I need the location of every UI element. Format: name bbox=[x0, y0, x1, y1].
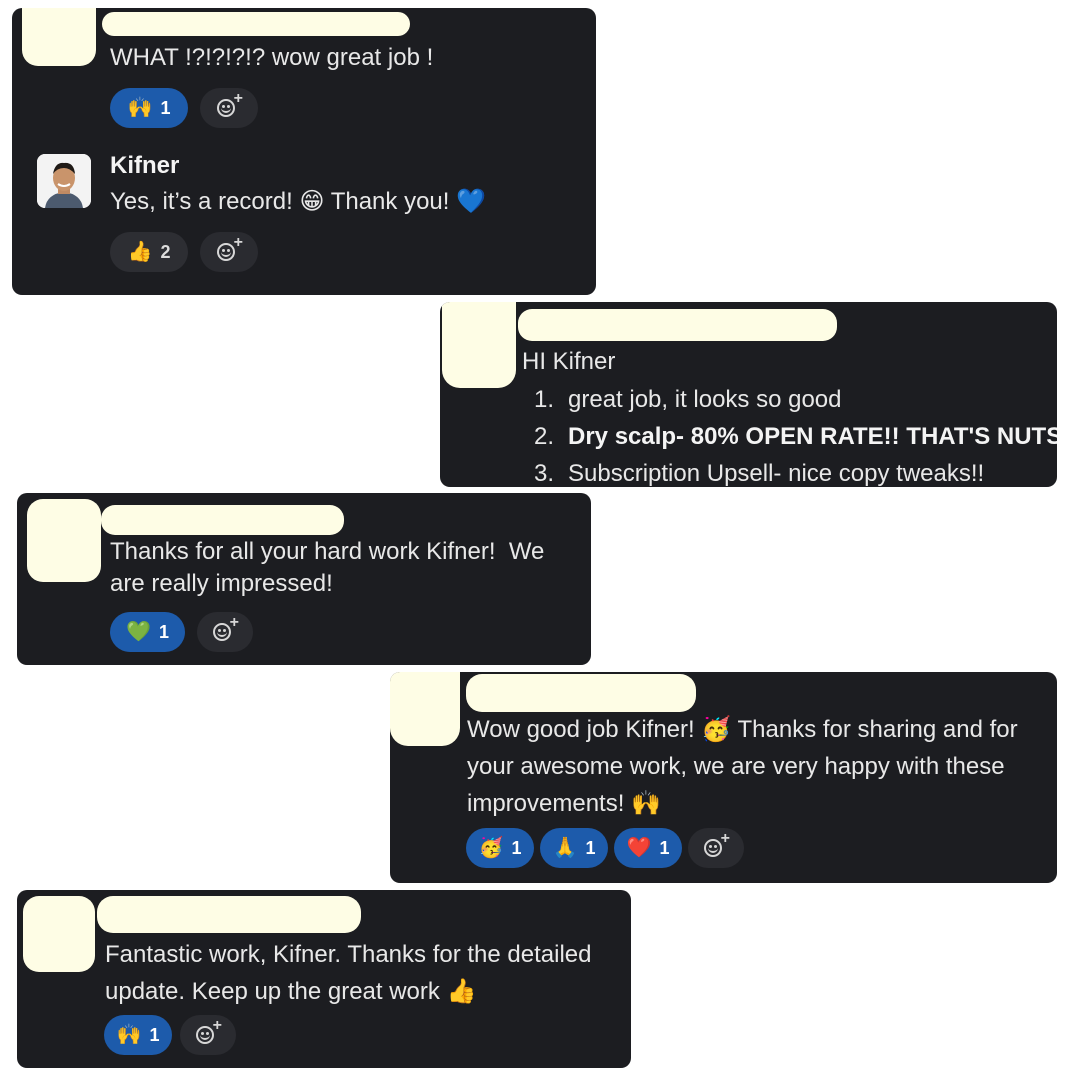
list-item: 3. Subscription Upsell- nice copy tweaks!… bbox=[533, 459, 985, 487]
redacted-avatar bbox=[23, 896, 95, 972]
add-reaction-icon: + bbox=[217, 91, 243, 120]
raising-hands-icon: 🙌 bbox=[631, 790, 661, 817]
message-text: your awesome work, we are very happy wit… bbox=[467, 753, 1005, 780]
message-text: HI Kifner bbox=[522, 348, 616, 375]
add-reaction-icon: + bbox=[196, 1018, 222, 1047]
message-text: Fantastic work, Kifner. Thanks for the d… bbox=[105, 941, 592, 968]
reaction-pill[interactable]: 🥳 1 bbox=[466, 828, 534, 868]
grinning-face-icon: 😁 bbox=[299, 188, 325, 215]
reaction-count: 1 bbox=[160, 97, 171, 118]
folded-hands-icon: 🙏 bbox=[552, 837, 578, 859]
reaction-count: 1 bbox=[659, 837, 670, 858]
message-card: WHAT !?!?!?!? wow great job ! 🙌 1 + Kifn… bbox=[12, 8, 596, 295]
add-reaction-button[interactable]: + bbox=[197, 612, 253, 652]
reaction-count: 1 bbox=[158, 621, 169, 642]
reaction-count: 1 bbox=[511, 837, 522, 858]
list-item: 2. Dry scalp- 80% OPEN RATE!! THAT'S NUTS… bbox=[533, 422, 1057, 450]
message-text: WHAT !?!?!?!? wow great job ! bbox=[110, 44, 434, 71]
partying-face-icon: 🥳 bbox=[478, 837, 504, 859]
reaction-pill[interactable]: 💚 1 bbox=[110, 612, 185, 652]
reaction-count: 1 bbox=[149, 1024, 160, 1045]
redacted-avatar bbox=[22, 8, 96, 66]
reaction-pill[interactable]: 🙌 1 bbox=[104, 1015, 172, 1055]
redacted-author-name bbox=[101, 505, 344, 535]
numbered-list: 1. great job, it looks so good 2. Dry scal… bbox=[516, 381, 1057, 487]
redacted-author-name bbox=[97, 896, 361, 933]
raising-hands-icon: 🙌 bbox=[127, 97, 153, 119]
message-card: Wow good job Kifner! 🥳 Thanks for sharin… bbox=[390, 672, 1057, 883]
add-reaction-icon: + bbox=[213, 615, 239, 644]
reaction-pill[interactable]: 👍 2 bbox=[110, 232, 188, 272]
avatar[interactable] bbox=[37, 154, 91, 208]
partying-face-icon: 🥳 bbox=[701, 716, 732, 743]
reaction-pill[interactable]: ❤️ 1 bbox=[614, 828, 682, 868]
reaction-pill[interactable]: 🙏 1 bbox=[540, 828, 608, 868]
message-text: update. Keep up the great work 👍 bbox=[105, 978, 477, 1005]
redacted-avatar bbox=[27, 499, 101, 582]
message-card: Thanks for all your hard work Kifner! We… bbox=[17, 493, 591, 665]
add-reaction-button[interactable]: + bbox=[200, 232, 258, 272]
add-reaction-button[interactable]: + bbox=[180, 1015, 236, 1055]
message-text: are really impressed! bbox=[110, 570, 333, 597]
message-text: improvements! 🙌 bbox=[467, 790, 661, 817]
add-reaction-icon: + bbox=[217, 235, 243, 264]
redacted-avatar bbox=[390, 672, 460, 746]
redacted-author-name bbox=[466, 674, 696, 712]
add-reaction-icon: + bbox=[704, 831, 730, 860]
message-text: Thanks for all your hard work Kifner! We bbox=[110, 538, 545, 565]
list-item: 1. great job, it looks so good bbox=[533, 385, 842, 413]
redacted-author-name bbox=[518, 309, 837, 341]
thumbs-up-icon: 👍 bbox=[446, 978, 477, 1005]
blue-heart-icon: 💙 bbox=[456, 188, 486, 215]
reaction-pill[interactable]: 🙌 1 bbox=[110, 88, 188, 128]
author-name[interactable]: Kifner bbox=[110, 152, 179, 180]
redacted-avatar bbox=[442, 302, 516, 388]
add-reaction-button[interactable]: + bbox=[688, 828, 744, 868]
message-text: Yes, it’s a record! 😁 Thank you! 💙 bbox=[110, 188, 486, 215]
red-heart-icon: ❤️ bbox=[626, 837, 652, 859]
redacted-author-name bbox=[102, 12, 410, 36]
raising-hands-icon: 🙌 bbox=[116, 1024, 142, 1046]
add-reaction-button[interactable]: + bbox=[200, 88, 258, 128]
green-heart-icon: 💚 bbox=[126, 621, 151, 643]
message-card: HI Kifner 1. great job, it looks so good … bbox=[440, 302, 1057, 487]
message-card: Fantastic work, Kifner. Thanks for the d… bbox=[17, 890, 631, 1068]
message-text: Wow good job Kifner! 🥳 Thanks for sharin… bbox=[467, 716, 1018, 743]
thumbs-up-icon: 👍 bbox=[127, 241, 153, 263]
reaction-count: 1 bbox=[585, 837, 596, 858]
reaction-count: 2 bbox=[160, 241, 171, 262]
